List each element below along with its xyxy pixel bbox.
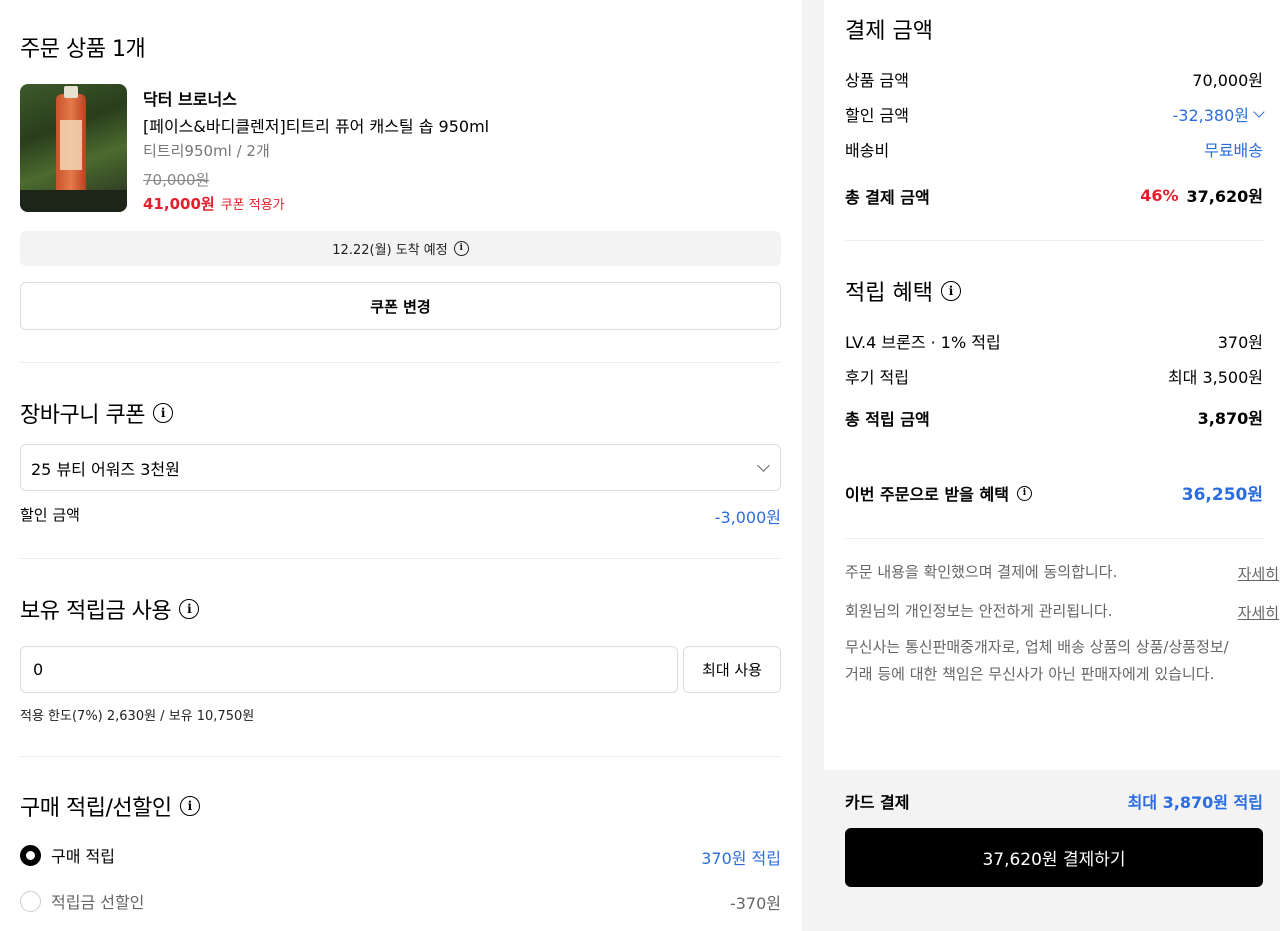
cart-coupon-select[interactable]: 25 뷰티 어워즈 3천원 [20,444,781,491]
shipping-label: 배송비 [845,141,890,160]
benefit-label-row: 이번 주문으로 받을 혜택 i [845,481,1032,505]
divider [845,538,1263,539]
total-payment-label: 총 결제 금액 [845,188,930,207]
discount-amount-toggle[interactable]: -32,380원 [1172,102,1265,126]
discount-amount-label: 할인 금액 [845,106,909,125]
privacy-text: 회원님의 개인정보는 안전하게 관리됩니다. [845,602,1113,620]
divider [20,756,781,757]
radio-unselected-icon[interactable] [20,890,41,912]
rewards-heading: 적립 혜택 i [845,275,961,307]
order-form: 주문 상품 1개 닥터 브로너스 [페이스&바디클렌저]티트리 퓨어 캐스틸 솝… [0,0,802,931]
coupon-discount-value: -3,000원 [714,508,781,527]
sale-price: 41,000원 [143,195,215,213]
product-amount-label: 상품 금액 [845,71,909,90]
points-heading: 보유 적립금 사용 i [20,593,200,625]
delivery-estimate: 12.22(월) 도착 예정 i [20,231,781,266]
seller-notice: 무신사는 통신판매중개자로, 업체 배송 상품의 상품/상품정보/ 거래 등에 … [845,638,1229,683]
total-payment: 46% 37,620원 [1140,183,1263,207]
product-amount-value: 70,000원 [1192,71,1263,90]
original-price: 70,000원 [143,171,210,189]
info-icon[interactable]: i [179,796,200,816]
total-reward-value: 3,870원 [1197,409,1263,428]
points-input[interactable] [20,646,678,693]
max-use-button[interactable]: 최대 사용 [683,646,781,693]
product-name[interactable]: [페이스&바디클렌저]티트리 퓨어 캐스틸 솝 950ml [143,113,489,137]
radio-selected-icon[interactable] [20,844,41,866]
total-payment-value: 37,620원 [1186,187,1263,206]
product-image[interactable] [20,84,127,212]
review-reward-value: 최대 3,500원 [1167,368,1263,387]
info-icon[interactable]: i [453,241,469,256]
total-reward-label: 총 적립 금액 [845,410,930,429]
coupon-change-button[interactable]: 쿠폰 변경 [20,282,781,330]
reward-option-prediscount[interactable]: 적립금 선할인 [20,889,144,913]
cart-coupon-selected: 25 뷰티 어워즈 3천원 [31,459,180,479]
shipping-value: 무료배송 [1204,141,1263,160]
card-reward-value: 최대 3,870원 적립 [1127,793,1263,812]
discount-amount-value: -32,380원 [1172,106,1249,125]
agree-detail-link[interactable]: 자세히 [1238,563,1279,584]
purchase-reward-heading: 구매 적립/선할인 i [20,790,200,822]
payment-panel: 결제 금액 상품 금액 70,000원 할인 금액 -32,380원 배송비 무… [824,0,1280,770]
total-discount-rate: 46% [1140,185,1179,205]
benefit-label: 이번 주문으로 받을 혜택 [845,485,1009,504]
product-brand[interactable]: 닥터 브로너스 [143,86,237,110]
payment-summary: 결제 금액 상품 금액 70,000원 할인 금액 -32,380원 배송비 무… [824,0,1280,931]
divider [20,362,781,363]
level-reward-label: LV.4 브론즈 · 1% 적립 [845,333,1001,352]
review-reward-label: 후기 적립 [845,368,909,387]
info-icon[interactable]: i [179,599,200,619]
reward-accumulate-value: 370원 적립 [701,849,781,868]
reward-prediscount-value: -370원 [729,894,781,913]
points-limit: 적용 한도(7%) 2,630원 / 보유 10,750원 [20,709,255,724]
chevron-down-icon [757,458,770,472]
order-heading: 주문 상품 1개 [20,37,146,62]
payment-heading: 결제 금액 [845,19,933,44]
cart-coupon-heading: 장바구니 쿠폰 i [20,397,173,429]
reward-option-accumulate[interactable]: 구매 적립 [20,843,115,867]
info-icon[interactable]: i [152,403,173,423]
product-option: 티트리950ml / 2개 [143,142,270,160]
benefit-value: 36,250원 [1181,485,1263,505]
info-icon[interactable]: i [940,281,961,301]
divider [845,240,1263,241]
agree-text: 주문 내용을 확인했으며 결제에 동의합니다. [845,563,1118,581]
sale-price-row: 41,000원 쿠폰 적용가 [143,193,285,214]
info-icon[interactable]: i [1016,485,1032,501]
coupon-discount-label: 할인 금액 [20,506,80,524]
divider [20,558,781,559]
level-reward-value: 370원 [1217,333,1263,352]
delivery-text: 12.22(월) 도착 예정 [332,243,448,258]
sale-price-tag: 쿠폰 적용가 [220,198,285,213]
chevron-down-icon [1253,105,1265,118]
privacy-detail-link[interactable]: 자세히 [1238,602,1279,623]
card-payment-label: 카드 결제 [845,793,910,812]
pay-button[interactable]: 37,620원 결제하기 [845,828,1263,887]
